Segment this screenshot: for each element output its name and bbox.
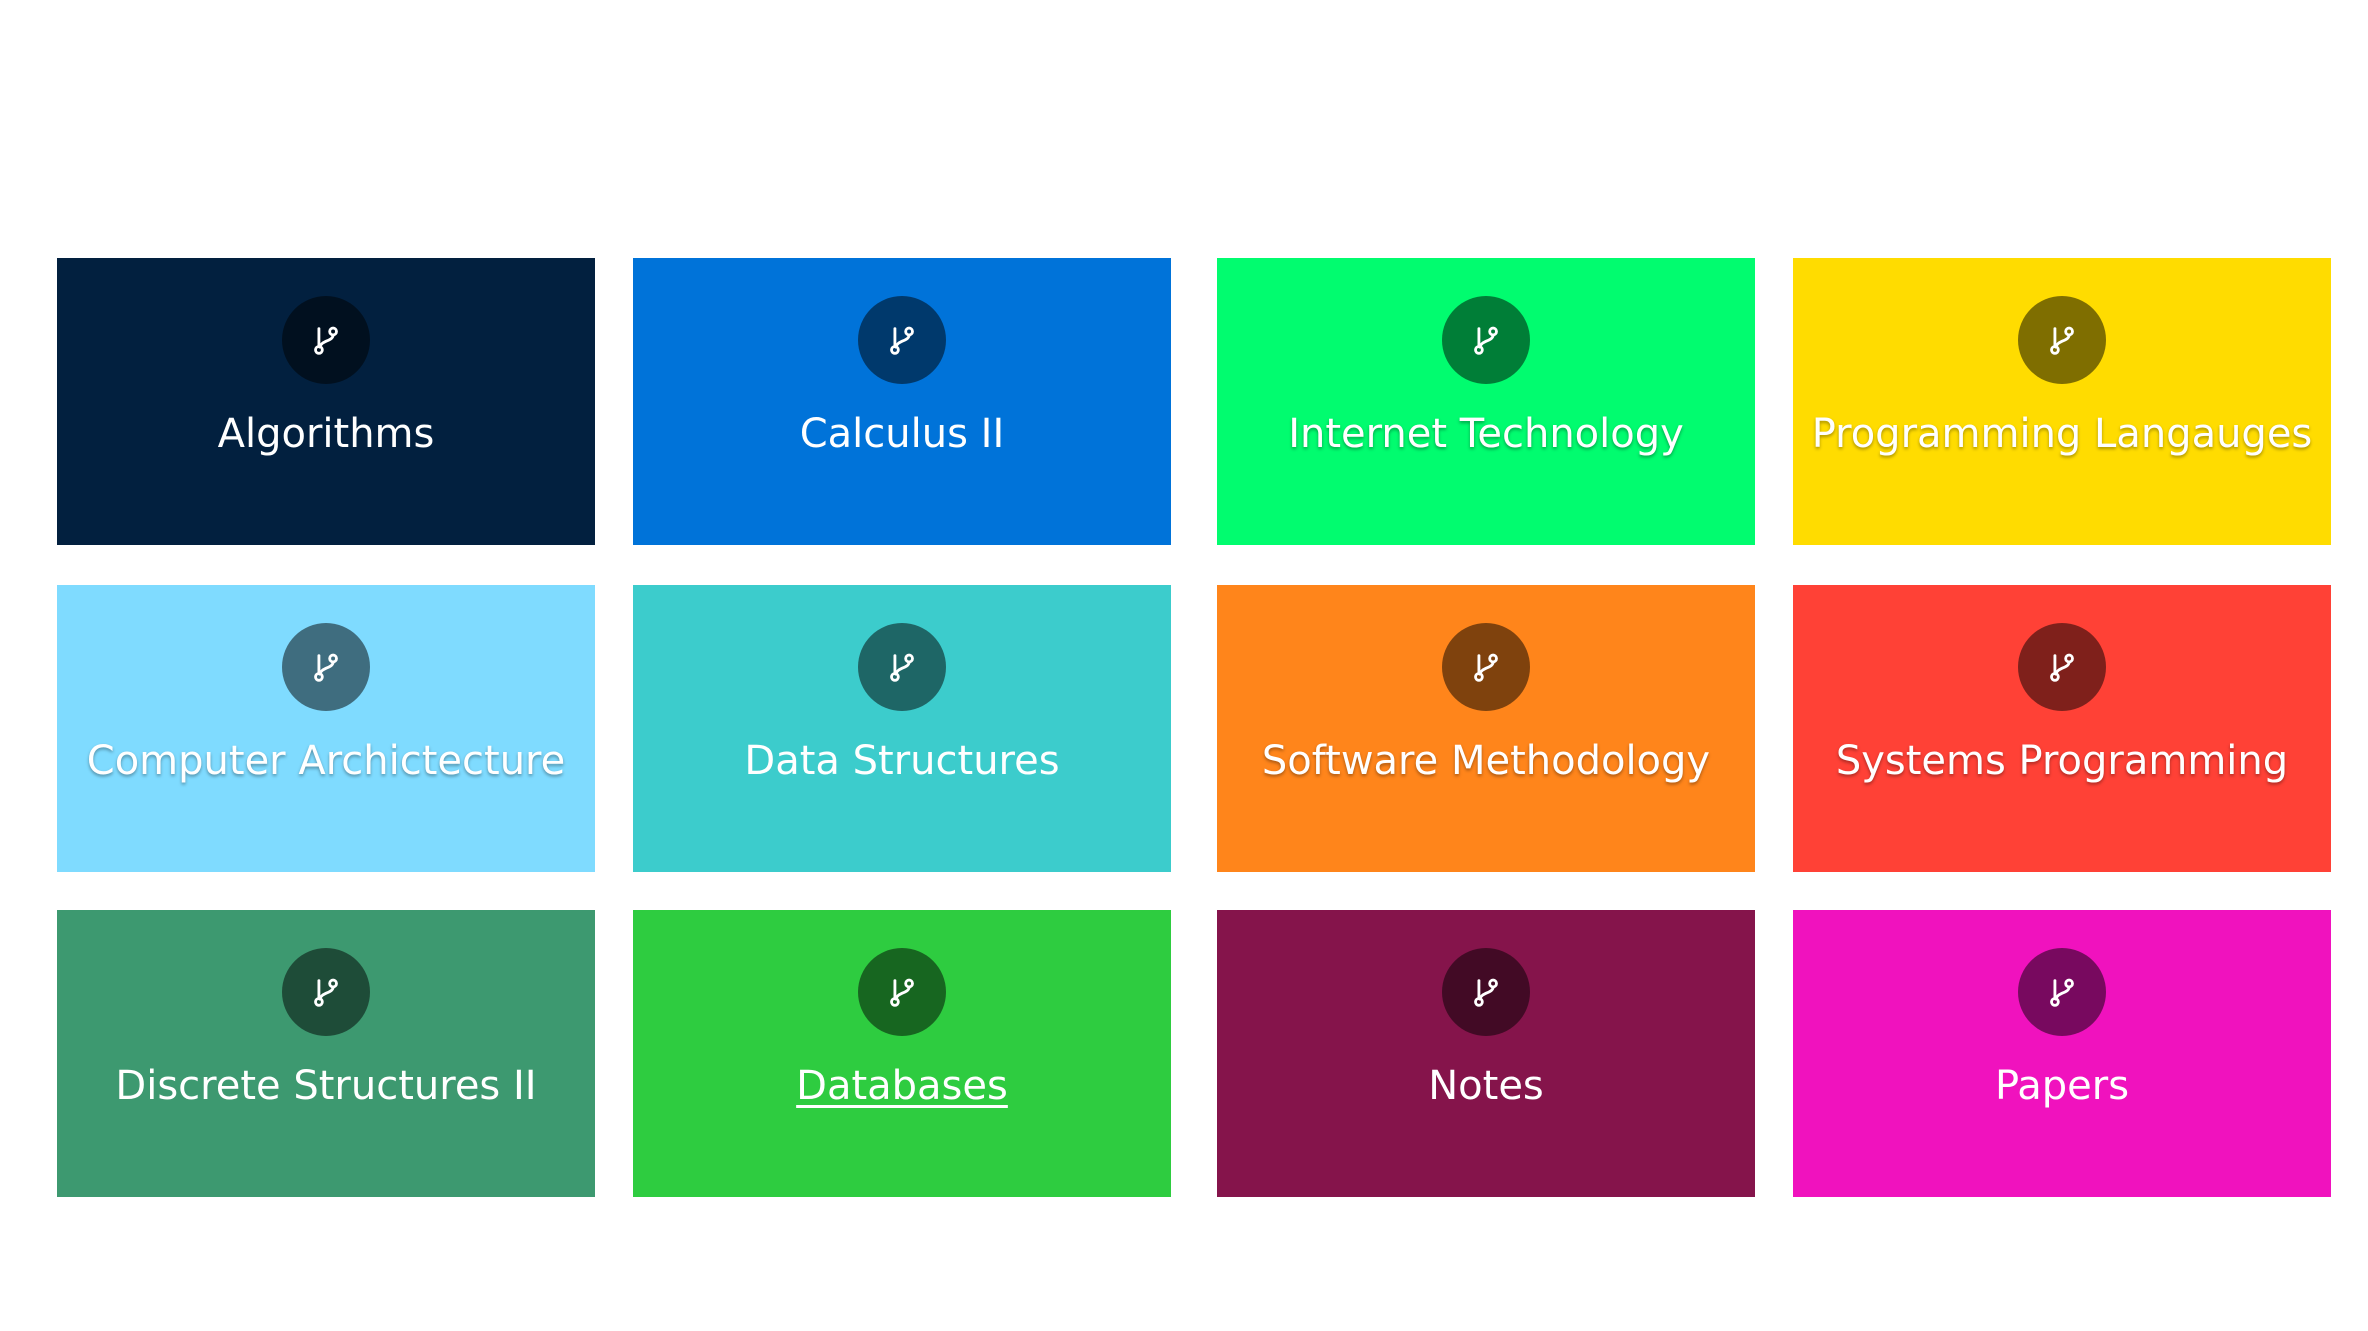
card-notes[interactable]: Notes <box>1217 910 1755 1197</box>
card-label: Data Structures <box>744 738 1060 784</box>
card-databases[interactable]: Databases <box>633 910 1171 1197</box>
card-label: Discrete Structures II <box>115 1063 537 1109</box>
git-branch-icon <box>282 296 370 384</box>
card-label: Programming Langauges <box>1811 411 2313 457</box>
card-calculus-ii[interactable]: Calculus II <box>633 258 1171 545</box>
card-label: Papers <box>1994 1063 2130 1109</box>
card-label: Internet Technology <box>1288 411 1684 457</box>
card-discrete-structures-ii[interactable]: Discrete Structures II <box>57 910 595 1197</box>
git-branch-icon <box>2018 623 2106 711</box>
git-branch-icon <box>2018 948 2106 1036</box>
card-software-methodology[interactable]: Software Methodology <box>1217 585 1755 872</box>
card-systems-programming[interactable]: Systems Programming <box>1793 585 2331 872</box>
card-internet-technology[interactable]: Internet Technology <box>1217 258 1755 545</box>
card-computer-architecture[interactable]: Computer Archictecture <box>57 585 595 872</box>
git-branch-icon <box>1442 948 1530 1036</box>
card-label: Calculus II <box>799 411 1005 457</box>
git-branch-icon <box>858 948 946 1036</box>
git-branch-icon <box>858 623 946 711</box>
git-branch-icon <box>858 296 946 384</box>
git-branch-icon <box>2018 296 2106 384</box>
card-papers[interactable]: Papers <box>1793 910 2331 1197</box>
card-label: Systems Programming <box>1835 738 2289 784</box>
card-algorithms[interactable]: Algorithms <box>57 258 595 545</box>
card-label: Computer Archictecture <box>86 738 566 784</box>
card-label: Notes <box>1428 1063 1544 1109</box>
git-branch-icon <box>1442 623 1530 711</box>
card-label: Databases <box>796 1063 1008 1109</box>
git-branch-icon <box>282 948 370 1036</box>
card-label: Algorithms <box>217 411 435 457</box>
card-programming-languages[interactable]: Programming Langauges <box>1793 258 2331 545</box>
git-branch-icon <box>282 623 370 711</box>
course-grid: Algorithms Calculus II Internet Technolo… <box>0 0 2368 1331</box>
card-label: Software Methodology <box>1261 738 1711 784</box>
git-branch-icon <box>1442 296 1530 384</box>
card-data-structures[interactable]: Data Structures <box>633 585 1171 872</box>
